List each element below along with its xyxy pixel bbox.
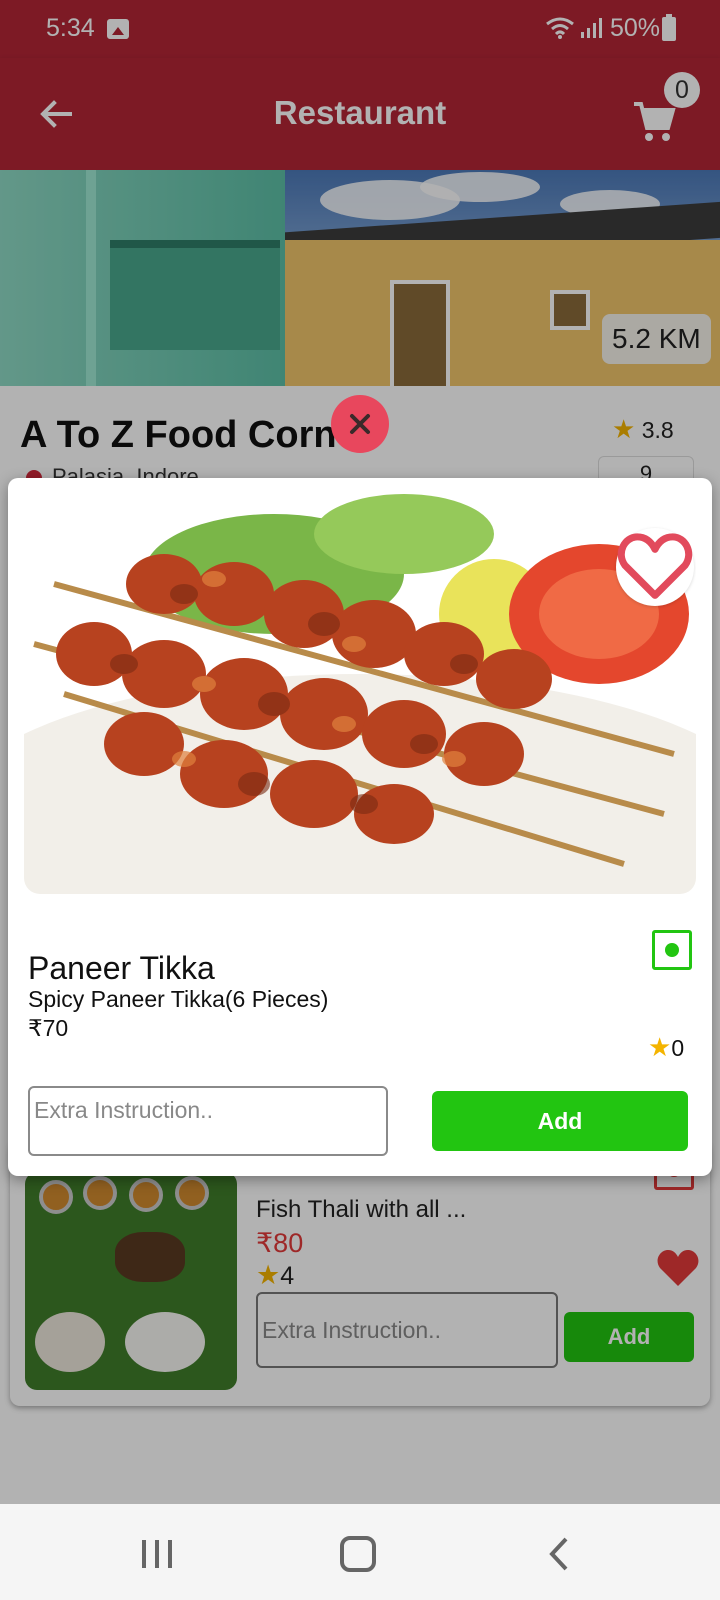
food-image [24,494,696,894]
add-button[interactable]: Add [432,1091,688,1151]
close-icon [350,414,370,434]
item-rating: ★0 [648,1032,684,1063]
recent-apps-icon[interactable] [140,1540,174,1568]
item-rating-value: 0 [671,1035,685,1061]
home-icon[interactable] [340,1536,376,1572]
heart-outline-icon [617,533,693,599]
item-detail-dialog: Paneer Tikka Spicy Paneer Tikka(6 Pieces… [8,478,712,1176]
extra-instruction-input[interactable] [28,1086,388,1156]
favorite-button[interactable] [616,528,694,606]
back-icon[interactable] [548,1536,570,1572]
item-price: ₹70 [28,1015,69,1041]
system-nav-bar [0,1504,720,1600]
close-dialog-button[interactable] [331,395,389,453]
item-description: Spicy Paneer Tikka(6 Pieces) [28,986,329,1012]
veg-indicator-icon [652,930,692,970]
item-name: Paneer Tikka [28,950,215,986]
star-icon: ★ [648,1032,672,1062]
